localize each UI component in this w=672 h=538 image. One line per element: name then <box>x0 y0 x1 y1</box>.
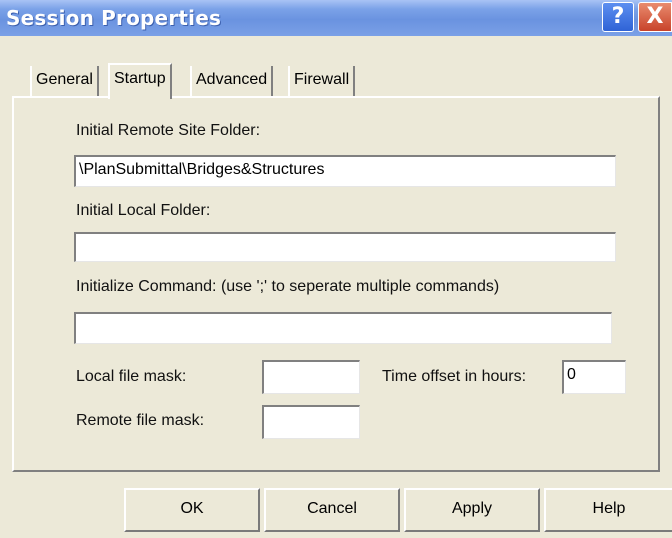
help-icon[interactable]: ? <box>602 2 634 32</box>
init-command-input[interactable] <box>74 312 612 344</box>
ok-button[interactable]: OK <box>124 488 260 532</box>
remote-mask-input[interactable] <box>262 405 360 439</box>
cancel-button[interactable]: Cancel <box>264 488 400 532</box>
tab-firewall-label: Firewall <box>294 71 350 88</box>
window-title: Session Properties <box>6 6 222 30</box>
init-command-label: Initialize Command: (use ';' to seperate… <box>76 278 500 295</box>
tab-advanced-label: Advanced <box>196 71 268 88</box>
time-offset-input[interactable]: 0 <box>562 360 626 394</box>
local-mask-label: Local file mask: <box>76 368 187 385</box>
tab-general-label: General <box>36 71 93 88</box>
remote-mask-label: Remote file mask: <box>76 412 205 429</box>
time-offset-label: Time offset in hours: <box>382 368 527 385</box>
tab-advanced[interactable]: Advanced <box>190 66 274 96</box>
tab-firewall[interactable]: Firewall <box>288 66 356 96</box>
local-mask-input[interactable] <box>262 360 360 394</box>
tab-startup[interactable]: Startup <box>108 63 172 99</box>
remote-folder-input[interactable]: \PlanSubmittal\Bridges&Structures <box>74 155 616 187</box>
apply-button[interactable]: Apply <box>404 488 540 532</box>
close-icon[interactable]: X <box>638 2 672 32</box>
local-folder-input[interactable] <box>74 232 616 262</box>
title-bar[interactable]: Session Properties ? X <box>0 0 672 36</box>
local-folder-label: Initial Local Folder: <box>76 202 211 219</box>
remote-folder-label: Initial Remote Site Folder: <box>76 122 261 139</box>
help-button[interactable]: Help <box>544 488 672 532</box>
tab-general[interactable]: General <box>30 66 99 96</box>
tab-startup-label: Startup <box>114 70 166 87</box>
